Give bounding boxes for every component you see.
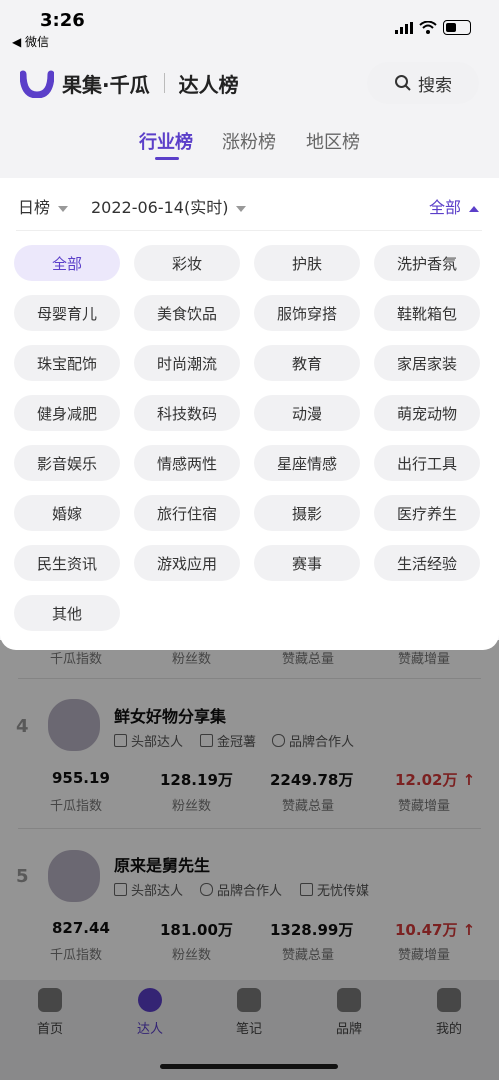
period-select[interactable]: 日榜 <box>18 194 69 218</box>
category-chip[interactable]: 珠宝配饰 <box>14 345 120 381</box>
category-chip[interactable]: 其他 <box>14 595 120 631</box>
category-chip[interactable]: 医疗养生 <box>374 495 480 531</box>
category-toggle-label: 全部 <box>428 198 461 217</box>
tab-fan-growth[interactable]: 涨粉榜 <box>222 128 276 154</box>
category-chip[interactable]: 彩妆 <box>134 245 240 281</box>
caret-up-icon <box>469 205 479 212</box>
category-chip[interactable]: 情感两性 <box>134 445 240 481</box>
category-chip[interactable]: 服饰穿搭 <box>254 295 360 331</box>
category-chip[interactable]: 健身减肥 <box>14 395 120 431</box>
status-icons <box>395 20 471 35</box>
category-chip[interactable]: 洗护香氛 <box>374 245 480 281</box>
page-title: 达人榜 <box>178 72 239 97</box>
category-chip[interactable]: 时尚潮流 <box>134 345 240 381</box>
category-chip[interactable]: 教育 <box>254 345 360 381</box>
category-chip[interactable]: 美食饮品 <box>134 295 240 331</box>
active-tab-indicator <box>155 157 179 160</box>
category-chip[interactable]: 母婴育儿 <box>14 295 120 331</box>
wifi-icon <box>419 21 437 34</box>
category-chip[interactable]: 旅行住宿 <box>134 495 240 531</box>
category-chip[interactable]: 星座情感 <box>254 445 360 481</box>
caret-down-icon <box>236 205 247 212</box>
category-chip[interactable]: 影音娱乐 <box>14 445 120 481</box>
caret-down-icon <box>58 205 69 212</box>
period-label: 日榜 <box>18 198 51 217</box>
category-chip[interactable]: 出行工具 <box>374 445 480 481</box>
back-to-wechat-link[interactable]: ◀ 微信 <box>12 33 49 50</box>
category-chip[interactable]: 全部 <box>14 245 120 281</box>
category-chip[interactable]: 科技数码 <box>134 395 240 431</box>
header-divider <box>163 73 165 93</box>
date-select[interactable]: 2022-06-14(实时) <box>91 194 247 218</box>
qiangua-logo-icon <box>20 70 54 98</box>
dim-overlay[interactable] <box>0 640 499 1080</box>
search-button[interactable]: 搜索 <box>367 62 479 104</box>
battery-icon <box>443 20 471 35</box>
category-chip[interactable]: 民生资讯 <box>14 545 120 581</box>
category-chip[interactable]: 鞋靴箱包 <box>374 295 480 331</box>
category-chip[interactable]: 游戏应用 <box>134 545 240 581</box>
category-grid: 全部 彩妆 护肤 洗护香氛母婴育儿 美食饮品 服饰穿搭 鞋靴箱包珠宝配饰 时尚潮流 教育 家居家装… <box>14 245 486 631</box>
signal-icon <box>395 21 413 34</box>
brand-name: 果集·千瓜 <box>62 72 150 97</box>
home-indicator <box>160 1064 338 1069</box>
category-toggle[interactable]: 全部 <box>429 194 479 218</box>
category-chip[interactable]: 萌宠动物 <box>374 395 480 431</box>
app-header: 果集·千瓜 达人榜 <box>20 68 239 98</box>
tab-industry[interactable]: 行业榜 <box>139 128 193 154</box>
category-chip[interactable]: 婚嫁 <box>14 495 120 531</box>
tab-region[interactable]: 地区榜 <box>306 128 360 154</box>
date-label: 2022-06-14(实时) <box>91 198 229 217</box>
category-chip[interactable]: 赛事 <box>254 545 360 581</box>
status-time: 3:26 <box>40 10 85 31</box>
search-icon <box>395 75 411 91</box>
category-chip[interactable]: 护肤 <box>254 245 360 281</box>
search-label: 搜索 <box>418 75 452 96</box>
category-chip[interactable]: 生活经验 <box>374 545 480 581</box>
category-chip[interactable]: 动漫 <box>254 395 360 431</box>
category-chip[interactable]: 摄影 <box>254 495 360 531</box>
panel-divider <box>16 230 482 231</box>
category-chip[interactable]: 家居家装 <box>374 345 480 381</box>
